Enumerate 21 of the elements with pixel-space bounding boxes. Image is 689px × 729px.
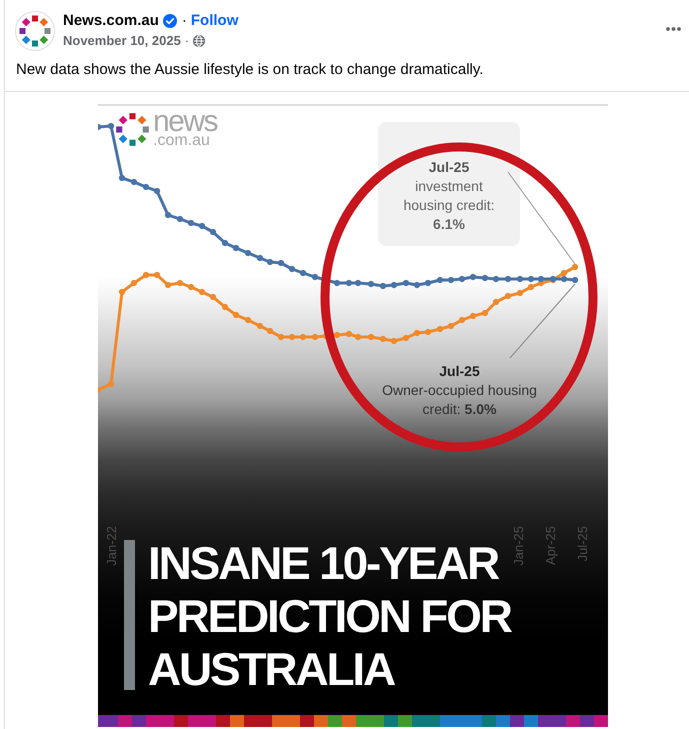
axis-tick-label: Apr-25: [544, 526, 558, 566]
logo-icon: [115, 112, 150, 146]
axis-tick-label: Jul-25: [576, 526, 590, 562]
more-icon: [666, 27, 680, 31]
logo-domain-text: .com.au: [153, 134, 211, 148]
separator-dot: ·: [182, 11, 187, 30]
callout-date: Jul-25: [428, 158, 470, 177]
callout-date: Jul-25: [438, 362, 481, 381]
separator-dot: ·: [184, 33, 190, 49]
headline-text: INSANE 10-YEAR PREDICTION FOR AUSTRALIA: [148, 537, 511, 696]
axis-tick-label: Jan-25: [512, 526, 526, 566]
post-date-link[interactable]: November 10, 2025: [63, 33, 181, 49]
logo-wordmark: news: [153, 110, 218, 134]
page-avatar-icon[interactable]: [15, 11, 55, 51]
post-caption: New data shows the Aussie lifestyle is on track to change dramatically.: [15, 60, 484, 80]
axis-tick-label: Jan-22: [105, 526, 119, 566]
callout-text: Owner-occupied housing credit: 5.0%: [381, 381, 538, 419]
callout-text: investment housing credit: 6.1%: [402, 177, 496, 234]
page-name-link[interactable]: News.com.au: [63, 11, 159, 30]
follow-link[interactable]: Follow: [190, 11, 238, 30]
globe-icon: [193, 35, 206, 47]
